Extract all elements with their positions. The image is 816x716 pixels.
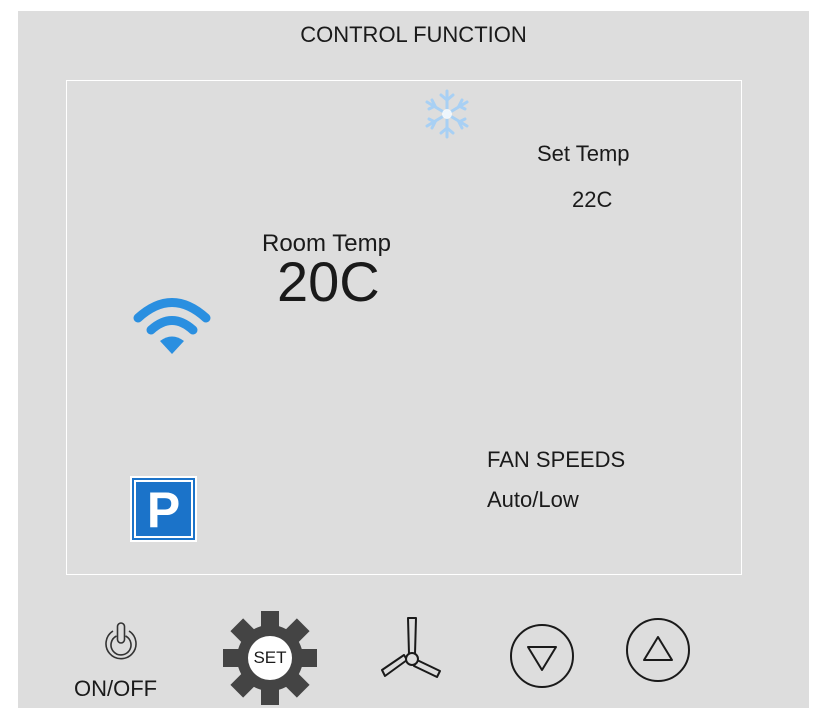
- set-temp-label: Set Temp: [537, 141, 630, 166]
- power-icon: [105, 622, 137, 660]
- temp-up-button[interactable]: [625, 617, 691, 683]
- fan-icon: [381, 617, 441, 678]
- power-button[interactable]: [99, 621, 143, 665]
- set-button[interactable]: SET: [223, 611, 317, 705]
- fan-button[interactable]: [379, 614, 445, 686]
- fan-speeds-label: FAN SPEEDS: [487, 447, 626, 472]
- power-label: ON/OFF: [74, 676, 158, 701]
- page-title: CONTROL FUNCTION: [300, 22, 527, 47]
- room-temp-value: 20C: [277, 250, 380, 313]
- wifi-icon: [133, 298, 211, 354]
- parking-icon: P: [130, 476, 197, 542]
- arrow-down-icon: [510, 624, 574, 688]
- arrow-up-icon: [626, 618, 690, 682]
- parking-letter: P: [147, 482, 180, 538]
- thermostat-panel: CONTROL FUNCTION Set Temp 22C Room Temp …: [18, 11, 809, 708]
- set-label: SET: [253, 648, 287, 667]
- display-screen: Set Temp 22C Room Temp 20C FAN SPEEDS Au…: [66, 80, 742, 575]
- set-temp-value: 22C: [572, 187, 613, 212]
- snowflake-icon: [425, 89, 469, 139]
- temp-down-button[interactable]: [509, 623, 575, 689]
- fan-speeds-value: Auto/Low: [487, 487, 579, 512]
